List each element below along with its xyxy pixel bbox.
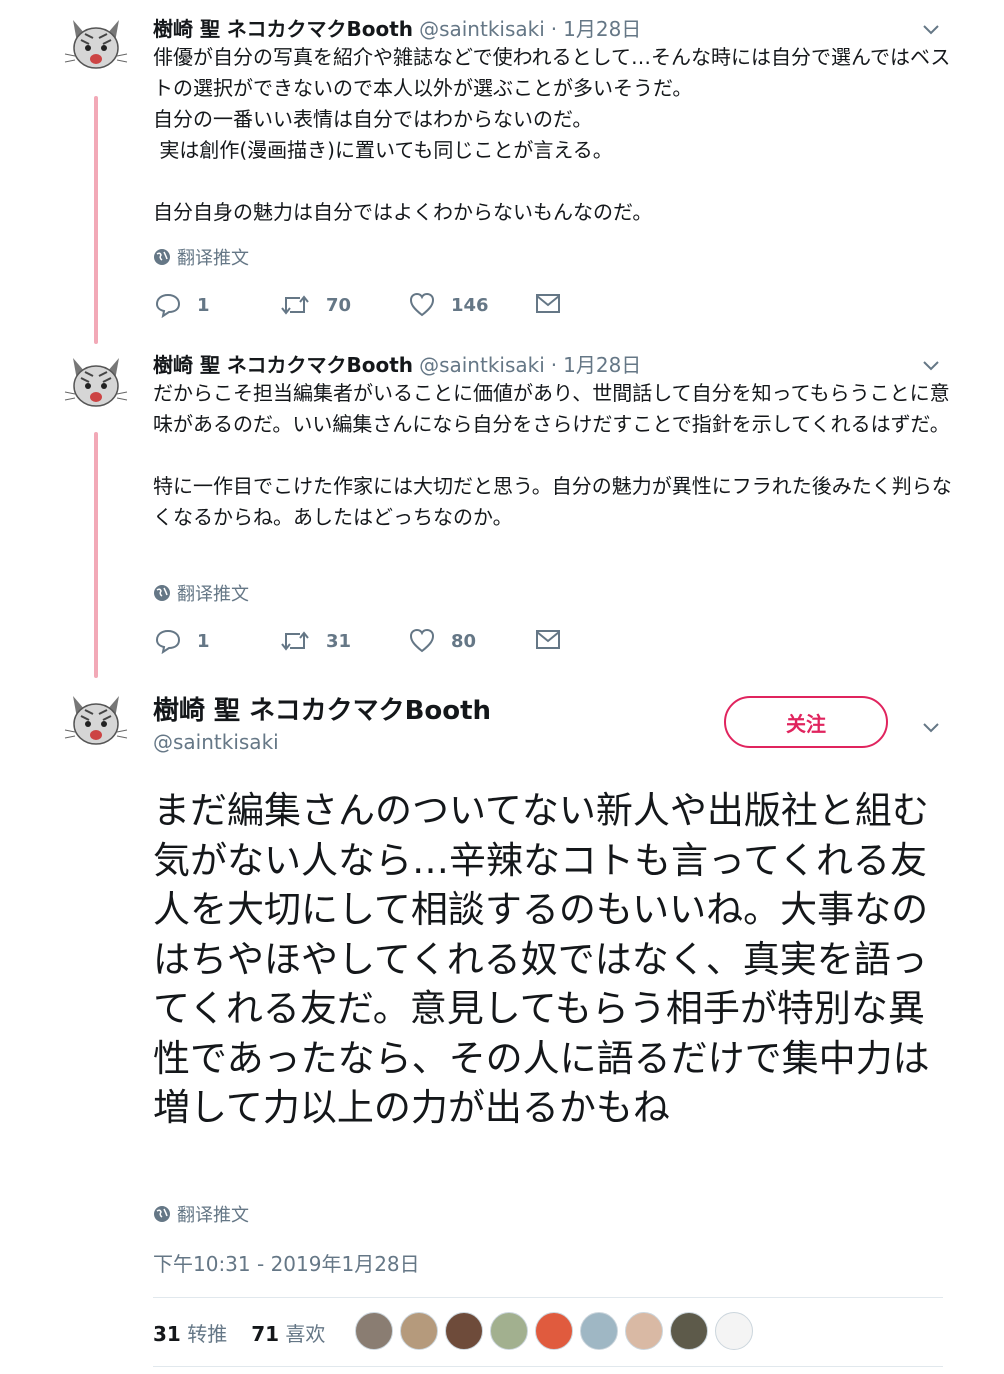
reply-button[interactable]: 1 xyxy=(155,292,210,318)
retweet-stat-label: 转推 xyxy=(187,1322,228,1346)
retweet-total: 31 xyxy=(153,1322,181,1346)
liker-avatar[interactable] xyxy=(670,1312,708,1350)
liker-avatar[interactable] xyxy=(355,1312,393,1350)
cat-avatar-icon xyxy=(64,696,128,745)
tweet-date[interactable]: 1月28日 xyxy=(563,349,641,378)
retweet-count: 70 xyxy=(326,294,352,316)
liker-avatar[interactable] xyxy=(625,1312,663,1350)
display-name[interactable]: 樹崎 聖 ネコカクマクBooth xyxy=(153,690,491,727)
liker-avatar[interactable] xyxy=(715,1312,753,1350)
retweet-button[interactable]: 70 xyxy=(280,292,351,318)
handle[interactable]: @saintkisaki xyxy=(419,17,545,41)
liker-avatar[interactable] xyxy=(580,1312,618,1350)
like-icon xyxy=(409,628,435,653)
retweet-stat[interactable]: 31 转推 xyxy=(153,1318,227,1347)
tweet-actions: 1 70 146 xyxy=(155,292,575,320)
chevron-down-icon[interactable] xyxy=(921,717,941,737)
handle[interactable]: @saintkisaki xyxy=(153,730,279,754)
cat-avatar-icon xyxy=(64,20,128,69)
reply-icon xyxy=(155,293,181,318)
translate-tweet-link[interactable]: 翻译推文 xyxy=(153,244,249,270)
message-icon xyxy=(536,630,560,649)
globe-icon xyxy=(154,249,170,265)
liker-avatar[interactable] xyxy=(490,1312,528,1350)
divider xyxy=(153,1297,943,1298)
like-count: 146 xyxy=(451,294,489,316)
tweet-text: 俳優が自分の写真を紹介や雑誌などで使われるとして…そんな時には自分で選んではベス… xyxy=(153,45,951,224)
like-stat[interactable]: 71 喜欢 xyxy=(251,1318,325,1347)
liker-avatars xyxy=(355,1312,753,1350)
liker-avatar[interactable] xyxy=(535,1312,573,1350)
avatar[interactable] xyxy=(63,12,129,78)
engagement-stats: 31 转推 71 喜欢 xyxy=(153,1318,325,1347)
translate-label: 翻译推文 xyxy=(177,1205,249,1226)
tweet-header: 樹崎 聖 ネコカクマクBooth @saintkisaki · 1月28日 xyxy=(153,13,641,42)
reply-button[interactable]: 1 xyxy=(155,628,210,654)
chevron-down-icon[interactable] xyxy=(921,355,941,375)
reply-count: 1 xyxy=(197,294,210,316)
retweet-icon xyxy=(281,631,309,651)
thread-connector xyxy=(94,96,98,344)
reply-icon xyxy=(155,629,181,654)
like-button[interactable]: 80 xyxy=(409,628,476,654)
display-name[interactable]: 樹崎 聖 ネコカクマクBooth xyxy=(153,349,413,378)
main-tweet-text: まだ編集さんのついてない新人や出版社と組む気がない人なら…辛辣なコトも言ってくれ… xyxy=(153,789,930,1129)
retweet-icon xyxy=(281,295,309,315)
avatar[interactable] xyxy=(63,688,129,754)
tweet-text: だからこそ担当編集者がいることに価値があり、世間話して自分を知ってもらうことに意… xyxy=(153,381,952,529)
separator: · xyxy=(550,353,558,377)
globe-icon xyxy=(154,585,170,601)
display-name[interactable]: 樹崎 聖 ネコカクマクBooth xyxy=(153,13,413,42)
separator: · xyxy=(550,17,558,41)
direct-message-button[interactable] xyxy=(535,628,561,652)
like-icon xyxy=(409,292,435,317)
follow-button[interactable]: 关注 xyxy=(724,696,888,748)
translate-label: 翻译推文 xyxy=(177,248,249,269)
tweet-timestamp[interactable]: 下午10:31 - 2019年1月28日 xyxy=(153,1248,420,1277)
translate-label: 翻译推文 xyxy=(177,584,249,605)
handle[interactable]: @saintkisaki xyxy=(419,353,545,377)
retweet-count: 31 xyxy=(326,630,352,652)
like-count: 80 xyxy=(451,630,477,652)
like-button[interactable]: 146 xyxy=(409,292,489,318)
tweet-actions: 1 31 80 xyxy=(155,628,575,656)
thread-connector xyxy=(94,432,98,678)
globe-icon xyxy=(154,1206,170,1222)
chevron-down-icon[interactable] xyxy=(921,19,941,39)
avatar[interactable] xyxy=(63,350,129,416)
like-total: 71 xyxy=(251,1322,280,1346)
liker-avatar[interactable] xyxy=(445,1312,483,1350)
tweet-date[interactable]: 1月28日 xyxy=(563,13,641,42)
cat-avatar-icon xyxy=(64,358,128,407)
direct-message-button[interactable] xyxy=(535,292,561,316)
like-stat-label: 喜欢 xyxy=(285,1322,326,1346)
translate-tweet-link[interactable]: 翻译推文 xyxy=(153,580,249,606)
liker-avatar[interactable] xyxy=(400,1312,438,1350)
reply-count: 1 xyxy=(197,630,210,652)
divider xyxy=(153,1366,943,1367)
retweet-button[interactable]: 31 xyxy=(280,628,351,654)
tweet-header: 樹崎 聖 ネコカクマクBooth @saintkisaki · 1月28日 xyxy=(153,349,641,378)
translate-tweet-link[interactable]: 翻译推文 xyxy=(153,1201,249,1227)
message-icon xyxy=(536,294,560,313)
